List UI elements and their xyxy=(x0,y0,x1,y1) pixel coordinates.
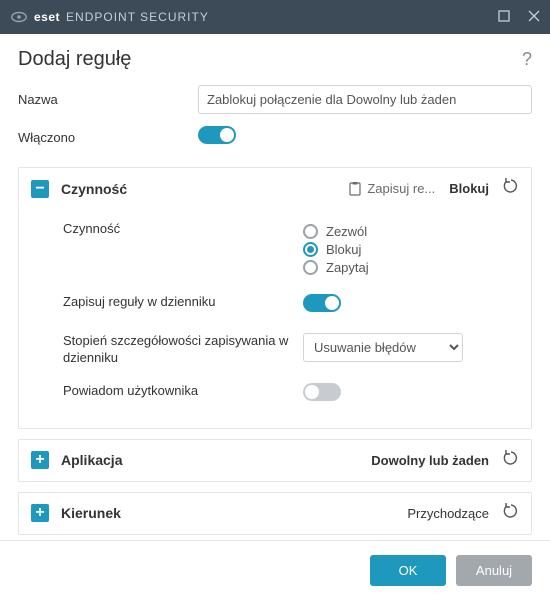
collapse-icon[interactable] xyxy=(31,180,49,198)
row-action-radio: Czynność Zezwól Blokuj Zapytaj xyxy=(63,213,519,286)
cancel-button[interactable]: Anuluj xyxy=(456,555,532,586)
panel-direction-summary: Przychodzące xyxy=(407,506,489,521)
panel-application-head[interactable]: Aplikacja Dowolny lub żaden xyxy=(19,440,531,481)
severity-label: Stopień szczegółowości zapisywania w dzi… xyxy=(63,333,303,367)
notify-toggle[interactable] xyxy=(303,383,341,401)
undo-icon[interactable] xyxy=(503,450,519,471)
panel-application-title: Aplikacja xyxy=(61,452,122,468)
help-icon[interactable]: ? xyxy=(522,49,532,70)
enabled-toggle[interactable] xyxy=(198,126,236,144)
severity-select[interactable]: Usuwanie błędów xyxy=(303,333,463,362)
expand-icon[interactable] xyxy=(31,451,49,469)
radio-allow[interactable]: Zezwól xyxy=(303,224,519,239)
undo-icon[interactable] xyxy=(503,503,519,524)
row-log: Zapisuj reguły w dzienniku xyxy=(63,286,519,325)
panel-application: Aplikacja Dowolny lub żaden xyxy=(18,439,532,482)
brand-product: ENDPOINT SECURITY xyxy=(66,10,209,24)
radio-ask[interactable]: Zapytaj xyxy=(303,260,519,275)
log-label: Zapisuj reguły w dzienniku xyxy=(63,294,303,311)
window-close-icon[interactable] xyxy=(528,10,540,25)
ok-button[interactable]: OK xyxy=(370,555,446,586)
undo-icon[interactable] xyxy=(503,178,519,199)
action-label: Czynność xyxy=(63,221,303,238)
row-notify: Powiadom użytkownika xyxy=(63,375,519,414)
window-maximize-icon[interactable] xyxy=(498,10,510,25)
radio-block[interactable]: Blokuj xyxy=(303,242,519,257)
notify-label: Powiadom użytkownika xyxy=(63,383,303,400)
page-title: Dodaj regułę xyxy=(18,48,131,71)
panel-action-body: Czynność Zezwól Blokuj Zapytaj Zapisuj r… xyxy=(19,209,531,428)
expand-icon[interactable] xyxy=(31,504,49,522)
panel-direction-head[interactable]: Kierunek Przychodzące xyxy=(19,493,531,534)
clipboard-icon xyxy=(347,181,363,197)
panel-action-title: Czynność xyxy=(61,181,127,197)
name-label: Nazwa xyxy=(18,92,198,107)
row-name: Nazwa xyxy=(0,79,550,120)
row-severity: Stopień szczegółowości zapisywania w dzi… xyxy=(63,325,519,375)
row-enabled: Włączono xyxy=(0,120,550,155)
dialog-header: Dodaj regułę ? xyxy=(0,34,550,79)
log-toggle[interactable] xyxy=(303,294,341,312)
panel-action-head[interactable]: Czynność Zapisuj re... Blokuj xyxy=(19,168,531,209)
panels-container: Czynność Zapisuj re... Blokuj Czynność Z… xyxy=(0,161,550,540)
brand-bold: eset xyxy=(34,10,60,24)
enabled-label: Włączono xyxy=(18,130,198,145)
log-summary: Zapisuj re... xyxy=(347,181,435,197)
panel-action: Czynność Zapisuj re... Blokuj Czynność Z… xyxy=(18,167,532,429)
brand: eset ENDPOINT SECURITY xyxy=(10,8,209,26)
logo-icon xyxy=(10,8,28,26)
panel-direction-title: Kierunek xyxy=(61,505,121,521)
panel-application-summary: Dowolny lub żaden xyxy=(371,453,489,468)
titlebar: eset ENDPOINT SECURITY xyxy=(0,0,550,34)
panel-direction: Kierunek Przychodzące xyxy=(18,492,532,535)
name-input[interactable] xyxy=(198,85,532,114)
dialog-footer: OK Anuluj xyxy=(0,540,550,600)
panel-action-summary: Blokuj xyxy=(449,181,489,196)
